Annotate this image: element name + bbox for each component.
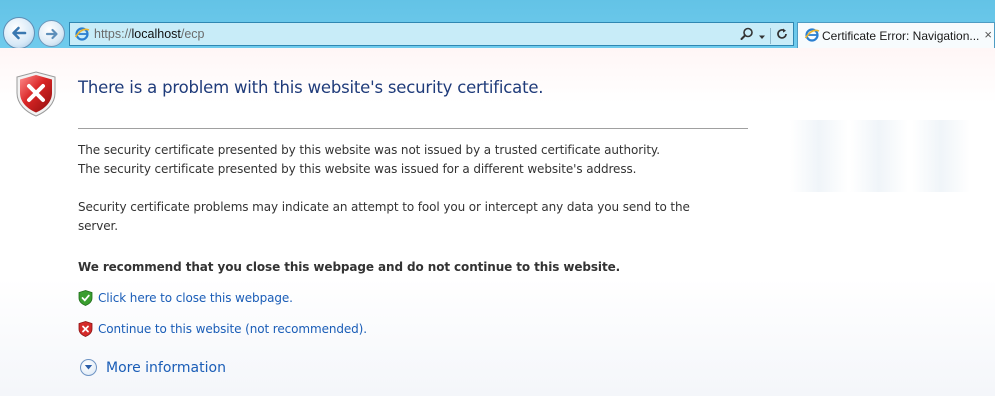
back-button[interactable]	[3, 17, 35, 49]
error-detail-mismatch: The security certificate presented by th…	[78, 162, 637, 176]
close-webpage-row: Click here to close this webpage.	[78, 290, 293, 306]
address-url[interactable]: https://localhost/ecp	[94, 27, 205, 41]
forward-button[interactable]	[38, 20, 65, 47]
chevron-down-icon	[80, 359, 97, 376]
back-arrow-icon	[12, 26, 27, 40]
red-shield-icon	[78, 321, 93, 337]
page-title: There is a problem with this website's s…	[78, 78, 544, 97]
green-shield-icon	[78, 290, 93, 306]
warning-text-line2: server.	[78, 219, 118, 233]
tab-title: Certificate Error: Navigation...	[822, 29, 980, 43]
more-information-label: More information	[106, 359, 226, 376]
url-path: /ecp	[180, 27, 205, 41]
warning-text-line1: Security certificate problems may indica…	[78, 200, 690, 214]
recommendation-text: We recommend that you close this webpage…	[78, 260, 621, 274]
ie-page-icon	[74, 26, 90, 46]
page-content	[0, 48, 995, 396]
address-tools	[740, 26, 789, 45]
close-icon[interactable]: ×	[984, 27, 992, 42]
browser-toolbar: https://localhost/ecp Certificate Error:…	[0, 0, 995, 49]
error-shield-icon	[15, 71, 57, 121]
toolbar-divider	[770, 27, 771, 44]
refresh-icon[interactable]	[775, 26, 789, 45]
decorative-glass-panel	[790, 120, 848, 192]
dropdown-arrow-icon[interactable]	[758, 26, 766, 45]
close-webpage-link[interactable]: Click here to close this webpage.	[98, 291, 293, 305]
url-host: localhost	[131, 27, 181, 41]
forward-arrow-icon	[45, 28, 58, 39]
decorative-glass-panel	[850, 120, 908, 192]
search-icon[interactable]	[740, 26, 754, 45]
decorative-glass-panel	[912, 120, 970, 192]
error-detail-untrusted: The security certificate presented by th…	[78, 143, 660, 157]
continue-to-website-link[interactable]: Continue to this website (not recommende…	[98, 322, 367, 336]
url-scheme: https://	[94, 27, 132, 41]
tab-certificate-error[interactable]: Certificate Error: Navigation... ×	[797, 22, 995, 48]
more-information-toggle[interactable]: More information	[80, 359, 226, 376]
continue-row: Continue to this website (not recommende…	[78, 321, 367, 337]
ie-page-icon	[804, 27, 820, 47]
divider	[78, 128, 748, 129]
address-bar[interactable]: https://localhost/ecp	[69, 22, 794, 46]
